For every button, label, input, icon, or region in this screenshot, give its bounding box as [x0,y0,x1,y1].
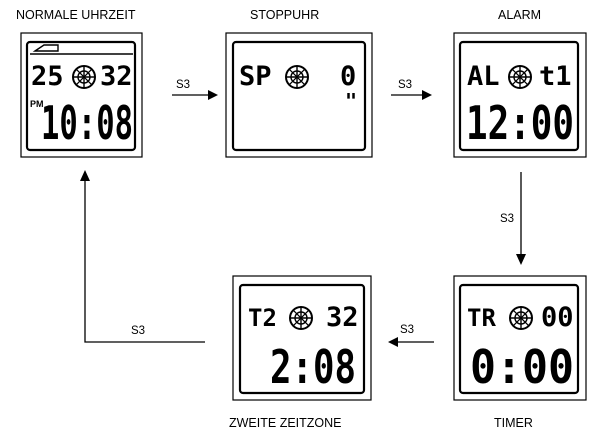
lcd-alarm: AL t1 12:00 [453,32,587,158]
alarm-top-left: AL [467,61,500,92]
lcd-timer: TR 00 0:00 [453,275,587,401]
s3-label: S3 [500,213,514,225]
dial-icon [508,65,532,89]
stopwatch-top-left: SP [239,61,272,92]
alarm-main-time: 12:00 [466,96,574,150]
s3-label: S3 [176,79,190,91]
alarm-number: t1 [539,61,572,92]
arrow-normal-to-stopwatch: S3 [172,79,218,100]
mode-label-second-zone: ZWEITE ZEITZONE [229,416,342,430]
zone-top-right: 32 [326,302,359,333]
seconds-mark: " [345,89,357,113]
dial-icon [72,65,96,89]
arrow-stopwatch-to-alarm: S3 [391,79,432,100]
mode-label-timer: TIMER [494,416,533,430]
mode-cycle-diagram: NORMALE UHRZEIT 25 32 PM 10:08 STOPPUHR … [16,8,587,430]
normal-top-left: 25 [31,61,64,92]
s3-label: S3 [398,79,412,91]
arrow-second-zone-to-normal: S3 [80,170,205,343]
timer-top-left: TR [467,304,496,332]
arrow-timer-to-second-zone: S3 [388,324,434,347]
lcd-normal-time: 25 32 PM 10:08 [20,32,143,158]
s3-label: S3 [131,325,145,337]
timer-top-right: 00 [541,302,574,333]
zone-main-time: 2:08 [270,340,356,394]
mode-label-normal: NORMALE UHRZEIT [16,8,136,22]
timer-main-time: 0:00 [470,340,574,394]
dial-icon [289,306,313,330]
zone-top-left: T2 [248,304,277,332]
dial-icon [509,306,533,330]
normal-top-right: 32 [100,61,133,92]
lcd-stopwatch: SP 0 " [225,32,373,158]
s3-label: S3 [400,324,414,336]
normal-main-time: 10:08 [41,96,133,150]
mode-label-alarm: ALARM [498,8,541,22]
stopwatch-seconds: 0 [340,61,356,92]
mode-label-stopwatch: STOPPUHR [250,8,319,22]
dial-icon [285,65,309,89]
arrow-alarm-to-timer: S3 [500,172,526,265]
lcd-second-zone: T2 32 2:08 [232,275,372,401]
